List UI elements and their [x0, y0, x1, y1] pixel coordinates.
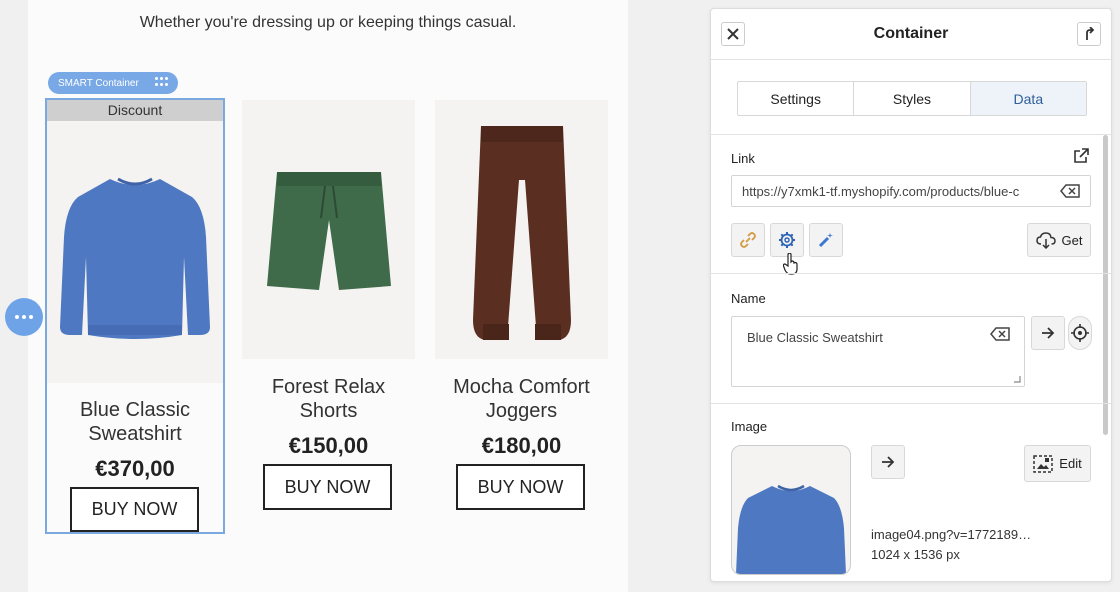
panel-tabs: Settings Styles Data	[737, 81, 1087, 116]
product-price-2: €150,00	[288, 433, 369, 458]
panel-title: Container	[873, 25, 949, 42]
smart-container-badge[interactable]: SMART Container	[48, 72, 178, 94]
container-settings-panel: Container Settings Styles Data Link http…	[710, 8, 1112, 582]
product-title-3: Mocha Comfort Joggers	[453, 376, 590, 422]
link-input-value: https://y7xmk1-tf.myshopify.com/products…	[742, 184, 1020, 199]
smart-container-label: SMART Container	[58, 77, 139, 89]
more-dots-icon	[15, 315, 19, 319]
panel-header: Container	[711, 9, 1111, 60]
tab-data[interactable]: Data	[970, 82, 1086, 115]
discount-label: Discount	[47, 100, 223, 121]
crosshair-icon	[1071, 324, 1089, 342]
gear-icon	[779, 232, 795, 248]
get-label: Get	[1061, 232, 1083, 248]
link-settings-button[interactable]	[770, 223, 804, 257]
name-value: Blue Classic Sweatshirt	[747, 330, 883, 345]
image-filename: image04.png?v=1772189…	[871, 527, 1032, 542]
buy-now-button-1[interactable]: BUY NOW	[70, 487, 199, 532]
image-apply-button[interactable]	[871, 445, 905, 479]
tagline-text: Whether you're dressing up or keeping th…	[139, 14, 517, 31]
divider	[711, 134, 1111, 135]
product-title-2: Forest Relax Shorts	[271, 376, 386, 422]
tab-settings[interactable]: Settings	[738, 82, 855, 115]
product-image-1	[47, 121, 223, 383]
drag-handle-icon[interactable]	[155, 77, 169, 89]
product-price-1: €370,00	[95, 456, 175, 481]
image-dimensions: 1024 x 1536 px	[871, 547, 960, 562]
buy-now-button-2[interactable]: BUY NOW	[263, 464, 392, 510]
clear-input-icon[interactable]	[1060, 184, 1080, 198]
panel-scrollbar[interactable]	[1103, 135, 1108, 435]
magic-wand-icon	[818, 233, 833, 248]
magic-wand-button[interactable]	[809, 223, 843, 257]
divider	[711, 403, 1111, 404]
product-title-1: Blue Classic Sweatshirt	[79, 399, 191, 445]
name-label: Name	[731, 291, 766, 306]
name-textarea[interactable]: Blue Classic Sweatshirt	[731, 316, 1025, 387]
product-card-1[interactable]: Discount Blue Classic Sweatshirt €370,00…	[45, 98, 225, 534]
tab-styles[interactable]: Styles	[854, 82, 971, 115]
detach-panel-button[interactable]	[1077, 22, 1101, 46]
target-select-button[interactable]	[1068, 316, 1092, 350]
unlink-icon	[740, 232, 756, 248]
name-apply-button[interactable]	[1031, 316, 1065, 350]
product-card-3[interactable]: Mocha Comfort Joggers €180,00 BUY NOW	[435, 100, 608, 510]
image-edit-button[interactable]: Edit	[1024, 445, 1091, 482]
edit-label: Edit	[1059, 456, 1082, 471]
link-input[interactable]: https://y7xmk1-tf.myshopify.com/products…	[731, 175, 1091, 207]
product-image-2	[242, 100, 415, 359]
hand-cursor-icon	[783, 253, 798, 275]
blue-sweatshirt-icon	[736, 484, 846, 574]
more-options-button[interactable]	[5, 298, 43, 336]
image-edit-icon	[1033, 454, 1054, 473]
blue-sweatshirt-icon	[60, 177, 210, 339]
arrow-right-icon	[1042, 327, 1055, 339]
link-label: Link	[731, 151, 755, 166]
divider	[711, 273, 1111, 274]
product-price-3: €180,00	[481, 433, 562, 458]
arrow-right-icon	[882, 456, 895, 468]
arrow-up-icon	[1086, 27, 1095, 40]
product-card-2[interactable]: Forest Relax Shorts €150,00 BUY NOW	[242, 100, 415, 510]
clear-input-icon[interactable]	[990, 327, 1010, 341]
get-button[interactable]: Get	[1027, 223, 1091, 257]
buy-now-button-3[interactable]: BUY NOW	[456, 464, 585, 510]
resize-handle-icon[interactable]	[1013, 375, 1021, 383]
cloud-download-icon	[1035, 232, 1056, 249]
image-thumbnail[interactable]	[731, 445, 851, 575]
unlink-button[interactable]	[731, 223, 765, 257]
brown-joggers-icon	[472, 125, 571, 340]
external-link-icon[interactable]	[1073, 148, 1089, 164]
green-shorts-icon	[266, 171, 391, 290]
product-image-3	[435, 100, 608, 359]
image-label: Image	[731, 419, 768, 434]
